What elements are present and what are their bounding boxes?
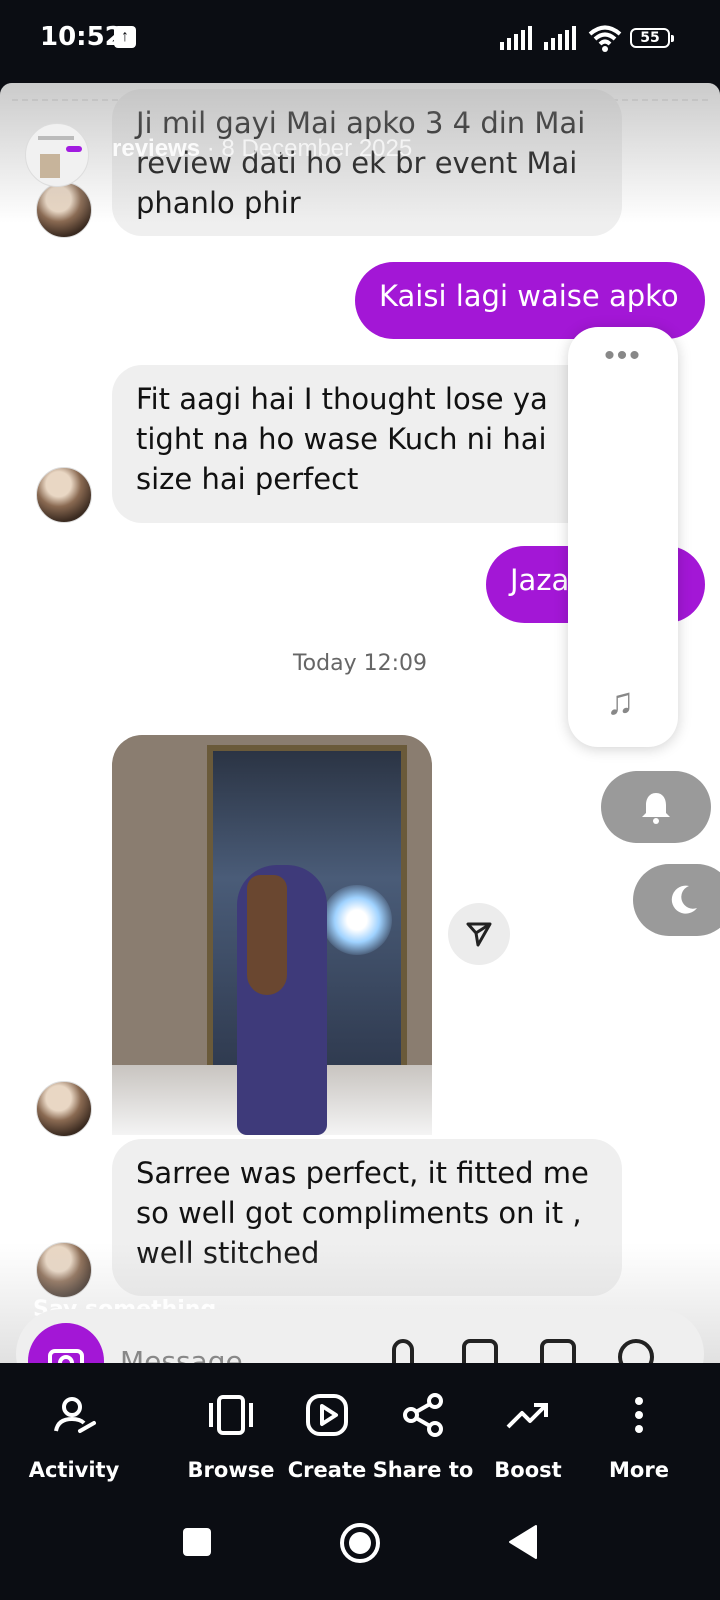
moon-icon (671, 885, 697, 914)
message-bubble-in[interactable]: Sarree was perfect, it fitted me so well… (112, 1139, 622, 1296)
more-button[interactable]: More (584, 1363, 694, 1493)
status-time: 10:52 (40, 22, 123, 52)
photo-message[interactable] (112, 735, 432, 1135)
message-text: Jaza (510, 563, 570, 597)
browse-icon (209, 1395, 253, 1435)
microphone-icon[interactable] (392, 1339, 414, 1363)
action-label: Activity (28, 1458, 120, 1482)
notification-button[interactable] (601, 771, 711, 843)
share-icon (403, 1393, 443, 1437)
add-icon[interactable] (618, 1339, 654, 1363)
activity-icon (54, 1397, 96, 1433)
more-dots-icon[interactable]: ••• (568, 339, 678, 373)
avatar[interactable] (36, 1242, 92, 1298)
upload-icon: ↑ (114, 26, 136, 48)
share-photo-button[interactable] (448, 903, 510, 965)
camera-icon (48, 1349, 84, 1363)
battery-level: 55 (640, 30, 660, 46)
send-icon (466, 922, 492, 947)
action-bar: Activity Browse Create Share to Boost Mo… (0, 1363, 720, 1493)
message-bubble-in[interactable]: Fit aagi hai I thought lose ya tight na … (112, 365, 622, 523)
back-icon[interactable] (506, 1523, 540, 1561)
message-text: Kaisi lagi waise apko (379, 279, 679, 313)
message-composer[interactable]: Message (16, 1309, 704, 1363)
floating-sidebar[interactable]: ••• ♫ (568, 327, 678, 747)
wifi-icon (588, 25, 622, 52)
music-note-icon[interactable]: ♫ (606, 681, 635, 724)
battery-icon: 55 (630, 28, 674, 48)
message-text: Ji mil gayi Mai apko 3 4 din Mai review … (136, 106, 586, 220)
avatar[interactable] (36, 1081, 92, 1137)
camera-button[interactable] (28, 1323, 104, 1363)
system-nav-bar (0, 1493, 720, 1600)
create-icon (306, 1394, 348, 1436)
avatar[interactable] (36, 182, 92, 238)
bell-icon (642, 793, 670, 824)
signal-icon-2 (544, 26, 576, 50)
story-title: reviews (112, 135, 201, 162)
message-text: Sarree was perfect, it fitted me so well… (136, 1156, 589, 1270)
story-thumbnail[interactable] (25, 123, 89, 187)
recents-icon[interactable] (180, 1525, 214, 1559)
message-text: Fit aagi hai I thought lose ya tight na … (136, 382, 548, 496)
story-meta: reviews · 8 December 2025 (112, 135, 413, 162)
dark-mode-button[interactable] (633, 864, 720, 936)
message-input[interactable]: Message (120, 1345, 243, 1363)
signal-icon (500, 26, 532, 50)
boost-icon (506, 1403, 548, 1429)
more-icon (635, 1397, 643, 1433)
sticker-icon[interactable] (540, 1339, 576, 1363)
gallery-icon[interactable] (462, 1339, 498, 1363)
story-date: 8 December 2025 (221, 135, 413, 162)
action-label: More (609, 1458, 669, 1482)
conversation-sheet: Ji mil gayi Mai apko 3 4 din Mai review … (0, 83, 720, 1363)
status-bar: 10:52 ↑ 55 (0, 0, 720, 80)
home-icon[interactable] (338, 1521, 382, 1565)
activity-button[interactable]: Activity (19, 1363, 129, 1493)
avatar[interactable] (36, 467, 92, 523)
